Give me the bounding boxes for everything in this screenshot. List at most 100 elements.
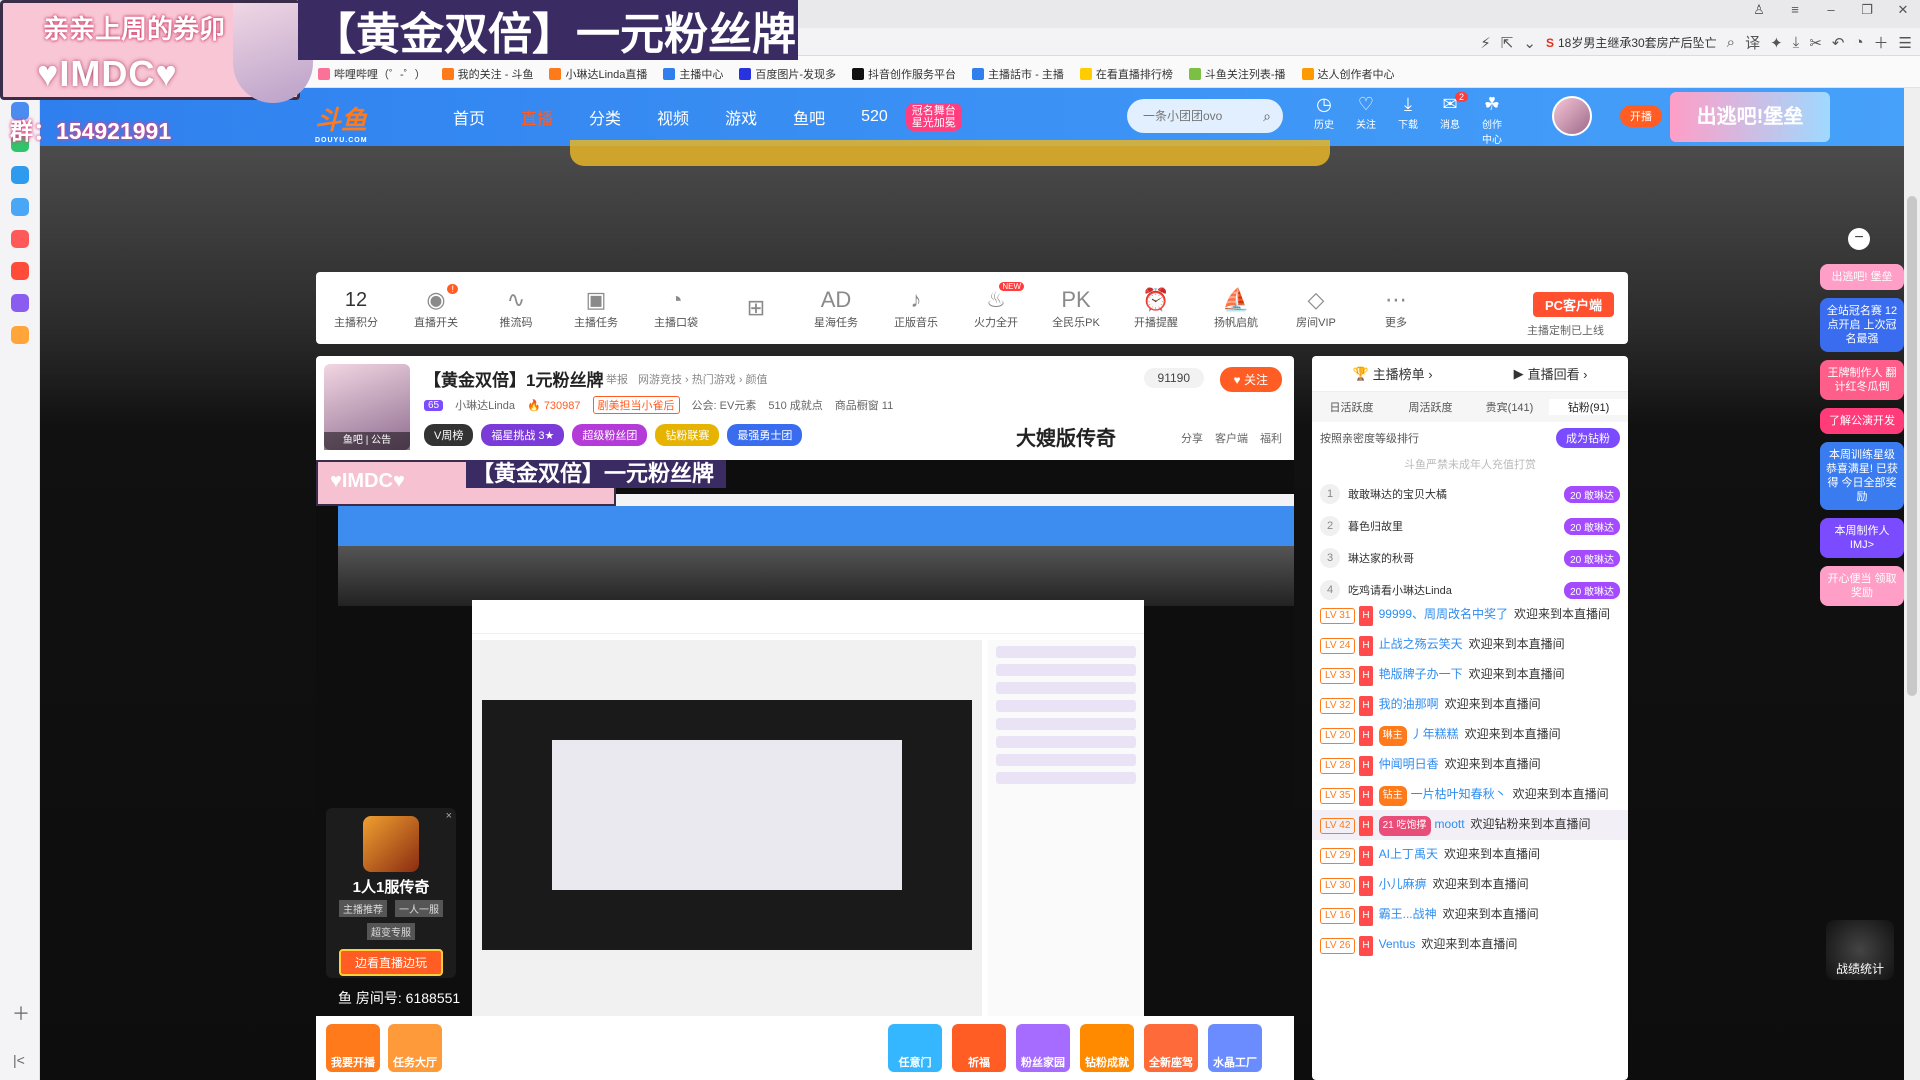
douyu-logo[interactable]: 斗鱼 DOUYU.COM xyxy=(315,100,368,144)
nav-item[interactable]: 游戏 xyxy=(707,105,775,129)
chat-username[interactable]: 艳版牌子办一下 xyxy=(1379,667,1463,681)
search-input[interactable] xyxy=(1127,99,1247,133)
chat-username[interactable]: 99999、周周改名中奖了 xyxy=(1379,607,1508,621)
toolbar-item[interactable]: ⛵ 扬帆启航 xyxy=(1196,286,1276,330)
room-action[interactable]: 福利 xyxy=(1260,430,1282,446)
toolbar-item[interactable]: AD 星海任务 xyxy=(796,286,876,330)
browser-menu-icon[interactable]: ☰ xyxy=(1899,34,1912,52)
chat-message[interactable]: LV 26 H Ventus 欢迎来到本直播间 xyxy=(1312,930,1628,960)
toolbar-item[interactable]: 12 主播积分 xyxy=(316,286,396,330)
scissors-icon[interactable]: ✂ xyxy=(1809,34,1822,52)
toolbar-item[interactable]: ♪ 正版音乐 xyxy=(876,286,956,330)
bookmark-item[interactable]: 达人创作者中心 xyxy=(1301,66,1395,82)
new-tab-icon[interactable]: ＋ xyxy=(1874,32,1889,53)
toolbar-item[interactable]: ▣ 主播任务 xyxy=(556,286,636,330)
chevron-down-icon[interactable]: ⌄ xyxy=(1523,34,1536,52)
room-link[interactable]: 举报 xyxy=(606,371,628,387)
toolbar-item[interactable]: ◇ 房间VIP xyxy=(1276,286,1356,330)
chat-username[interactable]: 小儿麻痹 xyxy=(1379,877,1427,891)
chat-message[interactable]: LV 33 H 艳版牌子办一下 欢迎来到本直播间 xyxy=(1312,660,1628,690)
pc-client-button[interactable]: PC客户端 xyxy=(1532,292,1614,317)
streamer-name[interactable]: 小琳达Linda xyxy=(455,397,515,413)
rank-tab[interactable]: 日活跃度 xyxy=(1312,399,1391,415)
user-action[interactable]: ☘ 创作中心 xyxy=(1478,92,1506,146)
chat-message[interactable]: LV 28 H 仲闻明日香 欢迎来到本直播间 xyxy=(1312,750,1628,780)
room-pill[interactable]: 钻粉联赛 xyxy=(655,424,720,446)
chat-message[interactable]: LV 42 H 21 吃饱撑 moott 欢迎钻粉来到本直播间 xyxy=(1312,810,1628,840)
gift-bar-item[interactable]: 水晶工厂 xyxy=(1208,1024,1262,1072)
translate-icon[interactable]: 译 xyxy=(1745,32,1760,53)
chat-username[interactable]: AI上丁禹天 xyxy=(1379,847,1438,861)
room-action[interactable]: 分享 xyxy=(1181,430,1203,446)
chat-username[interactable]: 丿年糕糕 xyxy=(1411,727,1459,741)
maximize-icon[interactable]: ❐ xyxy=(1856,2,1878,18)
promo-card[interactable]: 出逃吧! 堡垒 xyxy=(1820,264,1904,290)
bookmark-item[interactable]: 抖音创作服务平台 xyxy=(852,66,956,82)
chat-username[interactable]: 仲闻明日香 xyxy=(1379,757,1439,771)
nav-item[interactable]: 鱼吧 xyxy=(775,105,843,129)
chat-message[interactable]: LV 20 H 琳主 丿年糕糕 欢迎来到本直播间 xyxy=(1312,720,1628,750)
room-pill[interactable]: 最强勇士团 xyxy=(727,424,803,446)
play-game-button[interactable]: 边看直播边玩 xyxy=(339,949,443,976)
download-icon[interactable]: ⤓ xyxy=(1793,34,1800,51)
sidebar-camera-icon[interactable] xyxy=(10,230,29,248)
shirt-icon[interactable]: ♙ xyxy=(1748,2,1770,18)
collapse-promo-button[interactable]: − xyxy=(1848,228,1870,250)
nav-promo[interactable]: 冠名舞台 星光加冕 xyxy=(905,103,962,131)
chat-username[interactable]: 我的油那啊 xyxy=(1379,697,1439,711)
rank-tab[interactable]: 贵宾(141) xyxy=(1470,399,1549,415)
anchor-rank-tab[interactable]: 🏆 主播榜单 › xyxy=(1352,364,1432,383)
search-icon[interactable]: ⌕ xyxy=(1263,108,1271,125)
search-icon[interactable]: ⌕ xyxy=(1727,34,1735,51)
bookmark-item[interactable]: 在看直播排行榜 xyxy=(1079,66,1173,82)
promo-card[interactable]: 了解公演开发 xyxy=(1820,408,1904,434)
nav-item[interactable]: 首页 xyxy=(435,105,503,129)
share-icon[interactable]: ⇱ xyxy=(1501,34,1514,52)
toolbar-item[interactable]: ⋯ 更多 xyxy=(1356,286,1436,330)
sidebar-tool-icon[interactable] xyxy=(10,166,29,184)
gift-bar-item[interactable]: 粉丝家园 xyxy=(1016,1024,1070,1072)
gift-bar-item[interactable]: 任意门 xyxy=(888,1024,942,1072)
replay-tab[interactable]: ▶ 直播回看 › xyxy=(1514,364,1588,383)
close-icon[interactable]: × xyxy=(446,810,452,822)
room-pill[interactable]: 超级粉丝团 xyxy=(572,424,648,446)
promo-card[interactable]: 王牌制作人 翻计红冬瓜倒 xyxy=(1820,360,1904,400)
promo-card[interactable]: 全站冠名赛 12点开启 上次冠名最强 xyxy=(1820,298,1904,352)
close-icon[interactable]: ✕ xyxy=(1892,2,1914,18)
user-action[interactable]: ✉ 消息 2 xyxy=(1436,92,1468,146)
nav-item[interactable]: 视频 xyxy=(639,105,707,129)
promo-card[interactable]: 本周制作人 IMJ> xyxy=(1820,518,1904,558)
chat-message[interactable]: LV 29 H AI上丁禹天 欢迎来到本直播间 xyxy=(1312,840,1628,870)
toolbar-item[interactable]: ♨ 火力全开 NEW xyxy=(956,282,1036,330)
rank-tab[interactable]: 周活跃度 xyxy=(1391,399,1470,415)
user-action[interactable]: ♡ 关注 xyxy=(1352,92,1380,146)
gift-bar-item[interactable]: 我要开播 xyxy=(326,1024,380,1072)
open-stream-button[interactable]: 开播 xyxy=(1620,105,1662,127)
chat-username[interactable]: Ventus xyxy=(1379,937,1416,951)
bookmark-item[interactable]: 我的关注 - 斗鱼 xyxy=(441,66,533,82)
undo-icon[interactable]: ↶ xyxy=(1832,34,1845,52)
room-pill[interactable]: V周榜 xyxy=(424,424,474,446)
minimize-icon[interactable]: – xyxy=(1820,2,1842,18)
room-avatar[interactable]: 鱼吧 | 公告 xyxy=(324,364,410,450)
promo-card[interactable]: 本周训练星级 恭喜满星! 已获得 今日全部奖励 xyxy=(1820,442,1904,510)
sidebar-search-icon[interactable] xyxy=(10,326,29,344)
bookmark-item[interactable]: 百度图片-发现多 xyxy=(739,66,836,82)
legend-logo[interactable]: 大嫂版传奇 xyxy=(1016,422,1116,451)
video-player[interactable]: ♥IMDC♥ 【黄金双倍】一元粉丝牌 × 1人1服传奇 主播推荐 一人一服 超变专… xyxy=(316,460,1294,1016)
room-link[interactable]: 网游竞技 › 热门游戏 › 颜值 xyxy=(638,371,768,387)
shop-window[interactable]: 商品橱窗 11 xyxy=(835,397,893,413)
avatar-tag[interactable]: 鱼吧 | 公告 xyxy=(324,432,410,450)
chat-username[interactable]: 止战之殇云笑天 xyxy=(1379,637,1463,651)
nav-item[interactable]: 520 xyxy=(843,108,906,126)
rank-tab[interactable]: 钻粉(91) xyxy=(1549,399,1628,415)
add-icon[interactable]: ＋ xyxy=(12,1000,30,1026)
toolbar-item[interactable]: ◉ 直播开关! xyxy=(396,284,476,330)
bookmark-item[interactable]: 小琳达Linda直播 xyxy=(549,66,647,82)
room-action[interactable]: 客户端 xyxy=(1215,430,1248,446)
promo-card[interactable]: 开心便当 领取奖励 xyxy=(1820,566,1904,606)
bookmark-item[interactable]: 主播中心 xyxy=(663,66,723,82)
extension-icon[interactable]: ✦ xyxy=(1770,34,1783,52)
chat-message[interactable]: LV 31 H 99999、周周改名中奖了 欢迎来到本直播间 xyxy=(1312,600,1628,630)
history-icon[interactable]: ◔ xyxy=(1854,34,1863,51)
